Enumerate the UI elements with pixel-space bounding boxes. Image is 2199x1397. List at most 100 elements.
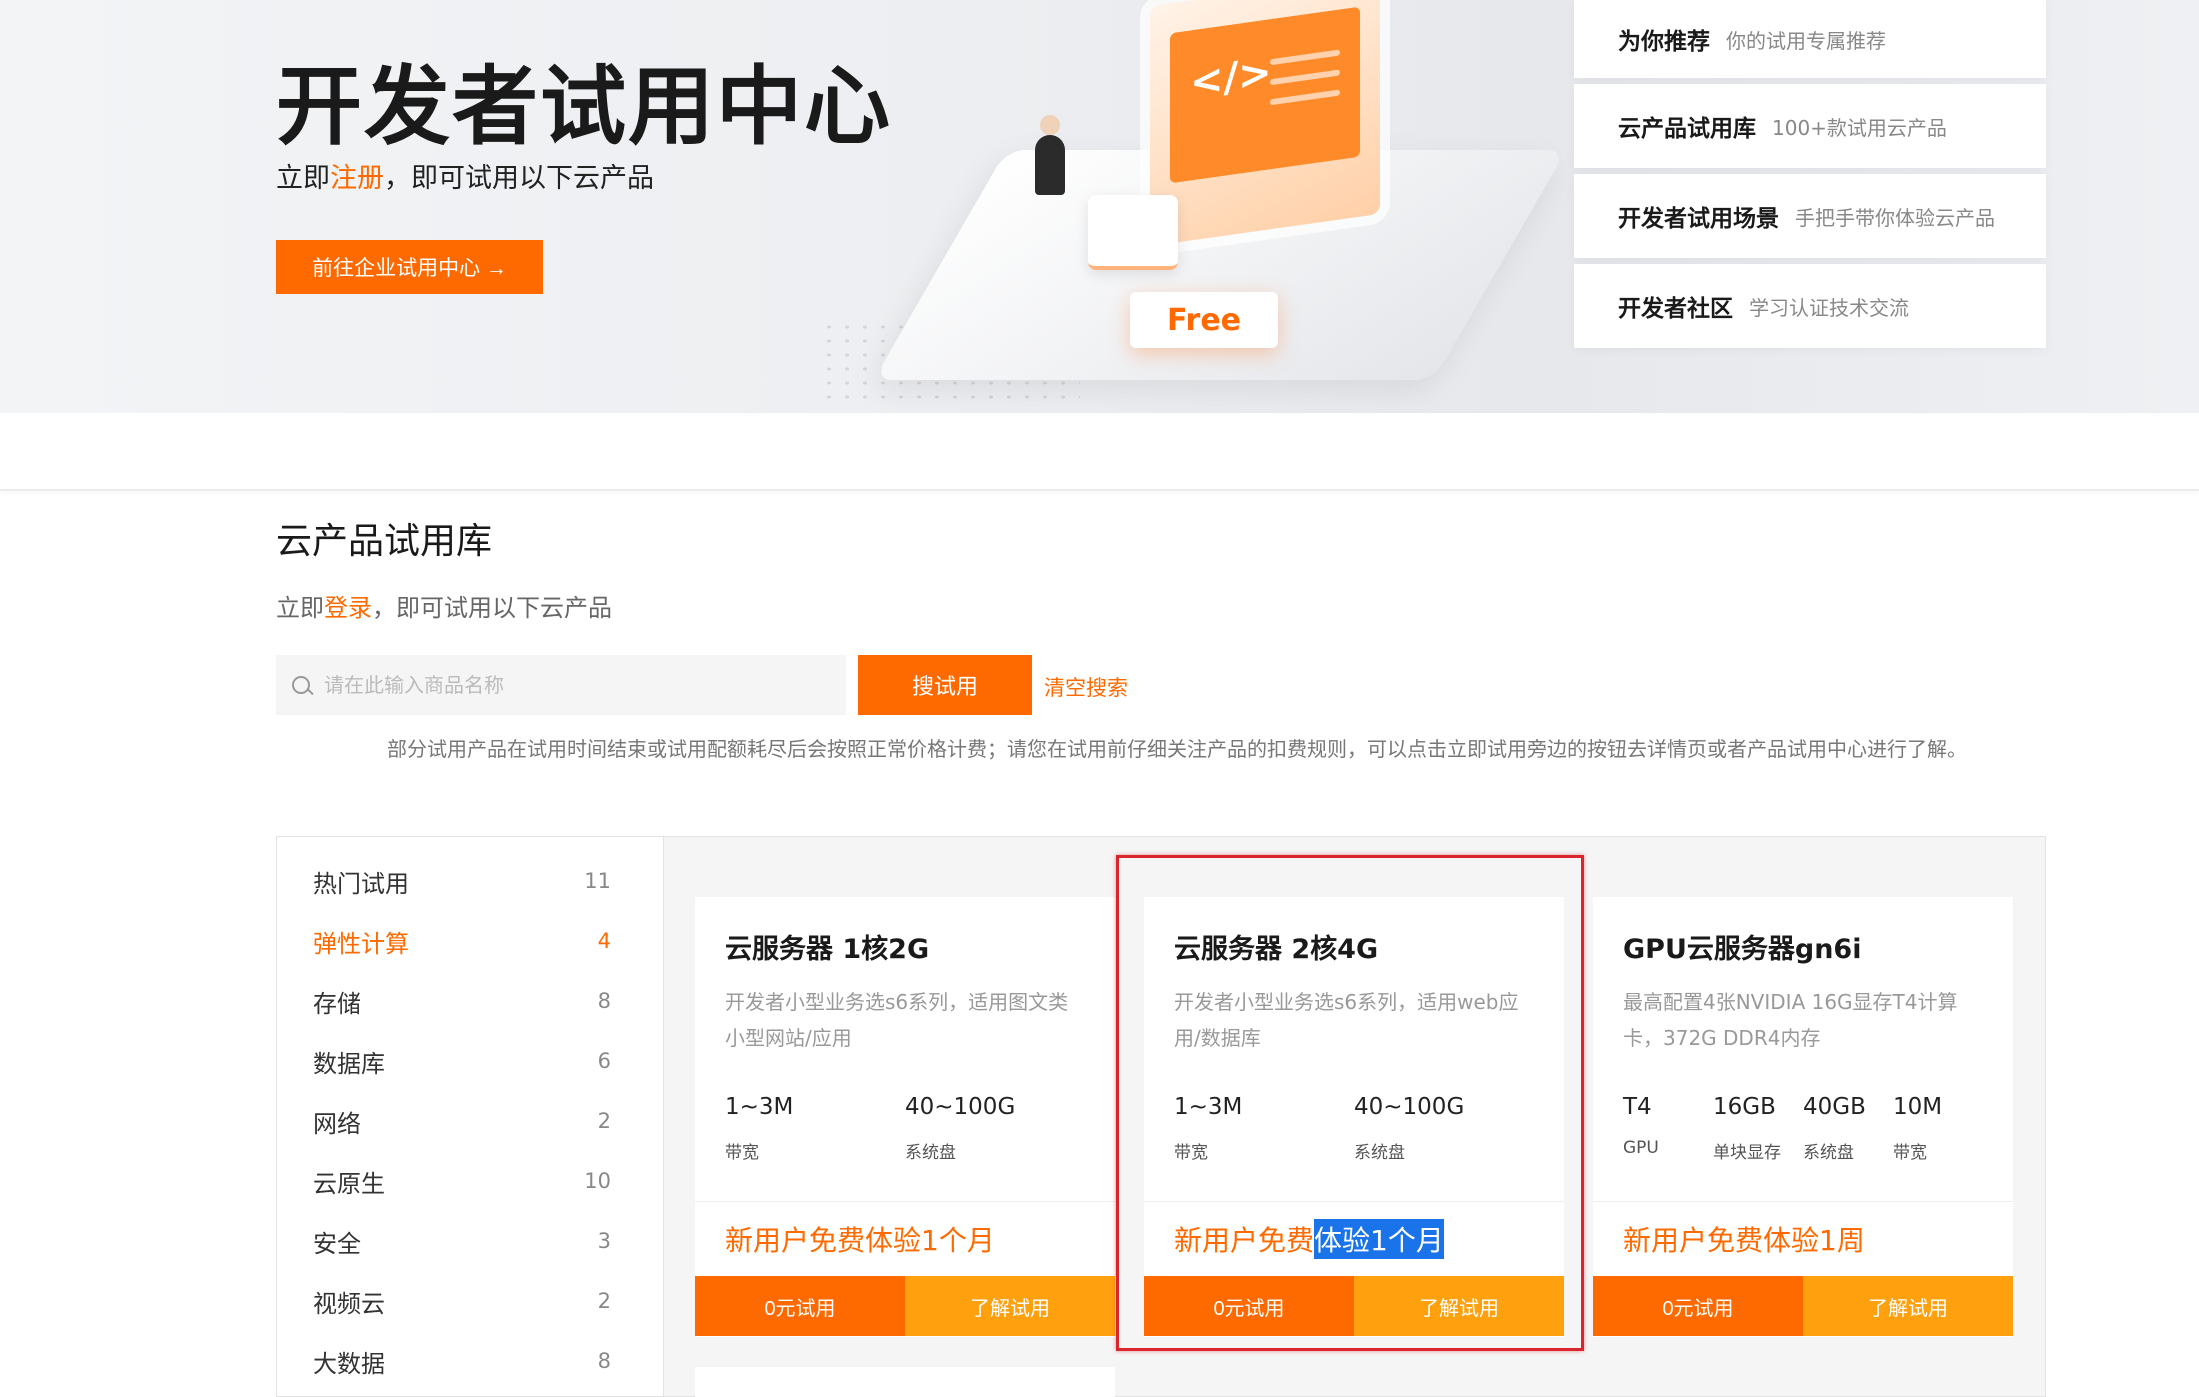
- card-actions: 0元试用 了解试用: [1593, 1276, 2013, 1336]
- search-input[interactable]: [324, 673, 824, 697]
- promo-selected-text: 体验1个月: [1314, 1219, 1444, 1259]
- side-menu-title: 云产品试用库: [1618, 116, 1756, 142]
- category-count: 8: [597, 989, 611, 1013]
- clear-search-link[interactable]: 清空搜索: [1044, 672, 1128, 702]
- hero-side-menu: 为你推荐 你的试用专属推荐 云产品试用库 100+款试用云产品 开发者试用场景 …: [1574, 0, 2046, 354]
- learn-trial-button[interactable]: 了解试用: [1803, 1276, 2013, 1336]
- category-name: 数据库: [313, 1049, 385, 1078]
- product-card-next-row: [695, 1367, 1115, 1397]
- category-list: 热门试用 11 弹性计算 4 存储 8 数据库 6 网络 2 云原生 10 安全 3 视频云 2…: [276, 836, 664, 1397]
- category-item-hot[interactable]: 热门试用 11: [277, 851, 663, 911]
- card-desc: 最高配置4张NVIDIA 16G显存T4计算卡，372G DDR4内存: [1623, 990, 1958, 1050]
- hero-subtitle: 立即注册，即可试用以下云产品: [276, 156, 654, 195]
- search-box[interactable]: [276, 655, 846, 715]
- spec-item: 40~100G 系统盘: [1354, 1094, 1534, 1163]
- category-count: 2: [597, 1289, 611, 1313]
- product-card: 云服务器 1核2G 开发者小型业务选s6系列，适用图文类小型网站/应用 1~3M…: [695, 897, 1115, 1337]
- category-item-compute[interactable]: 弹性计算 4: [277, 911, 663, 971]
- side-menu-product-library[interactable]: 云产品试用库 100+款试用云产品: [1574, 84, 2046, 168]
- card-title[interactable]: GPU云服务器gn6i: [1623, 927, 1983, 966]
- hero-sub-prefix: 立即: [276, 163, 330, 194]
- side-menu-title: 开发者试用场景: [1618, 206, 1779, 232]
- search-icon: [292, 676, 310, 694]
- spec-value: T4: [1623, 1094, 1652, 1120]
- spec-item: 16GB 单块显存: [1713, 1094, 1803, 1163]
- side-menu-recommend[interactable]: 为你推荐 你的试用专属推荐: [1574, 0, 2046, 78]
- free-trial-button[interactable]: 0元试用: [695, 1276, 905, 1336]
- hero-title: 开发者试用中心: [276, 57, 892, 157]
- spec-item: 1~3M 带宽: [1174, 1094, 1354, 1163]
- section-divider: [0, 413, 2199, 491]
- card-title[interactable]: 云服务器 2核4G: [1174, 927, 1534, 966]
- spec-item: 10M 带宽: [1893, 1094, 1983, 1163]
- spec-item: 40GB 系统盘: [1803, 1094, 1893, 1163]
- category-name: 弹性计算: [313, 929, 409, 958]
- category-item-security[interactable]: 安全 3: [277, 1211, 663, 1271]
- side-menu-desc: 手把手带你体验云产品: [1795, 205, 1995, 230]
- library-title: 云产品试用库: [276, 521, 493, 562]
- category-item-video[interactable]: 视频云 2: [277, 1271, 663, 1331]
- spec-label: 带宽: [725, 1143, 759, 1163]
- hero-banner: 开发者试用中心 立即注册，即可试用以下云产品 前往企业试用中心 → </> Fr…: [0, 0, 2199, 413]
- category-item-network[interactable]: 网络 2: [277, 1091, 663, 1151]
- card-promo: 新用户免费体验1周: [1623, 1224, 1865, 1257]
- spec-value: 16GB: [1713, 1094, 1776, 1120]
- free-trial-button[interactable]: 0元试用: [1593, 1276, 1803, 1336]
- spec-label: 系统盘: [905, 1143, 956, 1163]
- category-count: 4: [597, 929, 611, 953]
- category-name: 热门试用: [313, 869, 409, 898]
- hero-sub-suffix: ，即可试用以下云产品: [384, 163, 654, 194]
- side-menu-community[interactable]: 开发者社区 学习认证技术交流: [1574, 264, 2046, 348]
- spec-item: T4 GPU: [1623, 1094, 1713, 1163]
- monitor-illustration: </>: [1150, 0, 1380, 247]
- category-name: 存储: [313, 989, 361, 1018]
- spec-label: GPU: [1623, 1138, 1659, 1158]
- category-count: 10: [584, 1169, 611, 1193]
- server-box-illustration: [1088, 195, 1178, 270]
- library-sub-suffix: ，即可试用以下云产品: [372, 594, 612, 622]
- person-illustration: [1035, 115, 1065, 195]
- category-count: 8: [597, 1349, 611, 1373]
- spec-label: 带宽: [1174, 1143, 1208, 1163]
- free-badge: Free: [1130, 292, 1278, 348]
- category-count: 11: [584, 869, 611, 893]
- learn-trial-button[interactable]: 了解试用: [905, 1276, 1115, 1336]
- card-specs: T4 GPU 16GB 单块显存 40GB 系统盘 10M 带宽: [1623, 1094, 1983, 1163]
- spec-value: 40GB: [1803, 1094, 1866, 1120]
- card-desc: 开发者小型业务选s6系列，适用web应用/数据库: [1174, 990, 1519, 1050]
- category-name: 大数据: [313, 1349, 385, 1378]
- category-name: 网络: [313, 1109, 361, 1138]
- library-sub-prefix: 立即: [276, 594, 324, 622]
- enterprise-trial-button[interactable]: 前往企业试用中心 →: [276, 240, 543, 294]
- spec-label: 系统盘: [1803, 1143, 1854, 1163]
- category-name: 安全: [313, 1229, 361, 1258]
- category-item-bigdata[interactable]: 大数据 8: [277, 1331, 663, 1391]
- card-promo: 新用户免费体验1个月: [1144, 1202, 1564, 1276]
- login-link[interactable]: 登录: [324, 594, 372, 622]
- category-count: 6: [597, 1049, 611, 1073]
- spec-value: 10M: [1893, 1094, 1943, 1120]
- register-link[interactable]: 注册: [330, 163, 384, 194]
- free-trial-button[interactable]: 0元试用: [1144, 1276, 1354, 1336]
- search-button[interactable]: 搜试用: [858, 655, 1032, 715]
- category-item-cloud-native[interactable]: 云原生 10: [277, 1151, 663, 1211]
- category-item-storage[interactable]: 存储 8: [277, 971, 663, 1031]
- side-menu-scenarios[interactable]: 开发者试用场景 手把手带你体验云产品: [1574, 174, 2046, 258]
- card-actions: 0元试用 了解试用: [1144, 1276, 1564, 1336]
- spec-value: 40~100G: [1354, 1094, 1465, 1120]
- spec-item: 1~3M 带宽: [725, 1094, 905, 1163]
- learn-trial-button[interactable]: 了解试用: [1354, 1276, 1564, 1336]
- card-specs: 1~3M 带宽 40~100G 系统盘: [1174, 1094, 1534, 1163]
- promo-text: 新用户免费: [1174, 1224, 1315, 1257]
- card-title[interactable]: 云服务器 1核2G: [725, 927, 1085, 966]
- spec-value: 1~3M: [1174, 1094, 1243, 1120]
- card-promo: 新用户免费体验1个月: [725, 1224, 995, 1257]
- library-subtitle: 立即登录，即可试用以下云产品: [276, 588, 612, 623]
- card-actions: 0元试用 了解试用: [695, 1276, 1115, 1336]
- code-icon: </>: [1190, 49, 1272, 107]
- spec-value: 40~100G: [905, 1094, 1016, 1120]
- side-menu-desc: 100+款试用云产品: [1772, 115, 1947, 140]
- side-menu-desc: 学习认证技术交流: [1749, 295, 1909, 320]
- product-card: GPU云服务器gn6i 最高配置4张NVIDIA 16G显存T4计算卡，372G…: [1593, 897, 2013, 1337]
- category-item-database[interactable]: 数据库 6: [277, 1031, 663, 1091]
